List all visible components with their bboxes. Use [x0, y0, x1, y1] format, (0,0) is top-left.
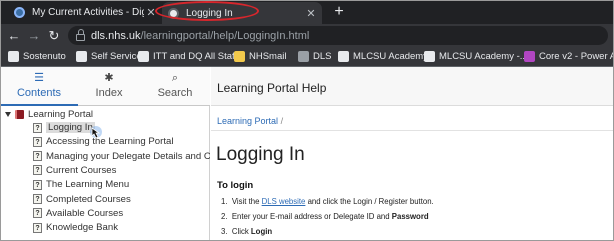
- tab-search-label: Search: [157, 87, 193, 99]
- bookmark-item[interactable]: Sostenuto: [8, 47, 66, 66]
- tab-highlight-annotation: [155, 1, 259, 21]
- bookmark-label: Core v2 - Power Ap...: [539, 51, 614, 62]
- bookmark-item[interactable]: MLCSU Academy -...: [424, 47, 528, 66]
- tab-index[interactable]: ✱ Index: [72, 67, 146, 106]
- bookmark-label: NHSmail: [249, 51, 287, 62]
- bookmark-label: Self Service: [91, 51, 142, 62]
- tab-index-label: Index: [95, 87, 123, 99]
- mouse-cursor-icon: [90, 126, 102, 139]
- mlcsu-icon: [424, 51, 435, 62]
- sostenuto-icon: [8, 51, 19, 62]
- bookmark-label: Sostenuto: [23, 51, 66, 62]
- tree-node-learning-portal[interactable]: Learning Portal: [5, 108, 93, 120]
- lock-icon: [76, 29, 85, 41]
- dls-favicon-icon: [14, 6, 25, 18]
- help-topic-icon: ?: [33, 136, 42, 147]
- tree-item[interactable]: ? The Learning Menu: [33, 178, 210, 191]
- tree-item-label: Available Courses: [46, 207, 124, 219]
- breadcrumb-separator: /: [280, 116, 284, 126]
- powerapps-icon: [524, 51, 535, 62]
- help-topic-icon: ?: [33, 179, 42, 190]
- close-tab-icon[interactable]: ✕: [304, 7, 318, 20]
- tree-item[interactable]: ? Accessing the Learning Portal: [33, 135, 210, 148]
- tree-item[interactable]: ? Managing your Delegate Details and Chan…: [33, 150, 210, 163]
- tree-item[interactable]: ? Logging In: [33, 121, 210, 134]
- bookmark-item[interactable]: Core v2 - Power Ap...: [524, 47, 614, 66]
- tree-item-label: Completed Courses: [46, 193, 131, 205]
- help-topic-icon: ?: [33, 151, 42, 162]
- tree-item-label: Current Courses: [46, 164, 117, 176]
- step-3: 3. Click Login: [221, 227, 273, 236]
- bookmarks-bar: Sostenuto Self Service ITT and DQ All Staf…: [0, 47, 614, 67]
- bookmark-label: MLCSU Academy: [353, 51, 428, 62]
- back-arrow-icon[interactable]: ←: [6, 24, 22, 47]
- bookmark-label: DLS: [313, 51, 332, 62]
- step-1: 1. Visit the DLS website and click the L…: [221, 197, 434, 206]
- tree-item-label: The Learning Menu: [46, 179, 130, 191]
- help-topic-icon: ?: [33, 122, 42, 133]
- bookmark-label: ITT and DQ All Staff...: [153, 51, 246, 62]
- url-text: dls.nhs.uk/learningportal/help/LoggingIn…: [91, 29, 310, 42]
- help-sidebar: ☰ Contents ✱ Index ⌕ Search Learning Por…: [0, 67, 210, 241]
- page-title: Logging In: [216, 144, 305, 165]
- help-main: Learning Portal Help Learning Portal / L…: [211, 67, 614, 241]
- tree-item[interactable]: ? Knowledge Bank: [33, 221, 210, 234]
- search-icon: ⌕: [171, 72, 179, 84]
- tree-item[interactable]: ? Completed Courses: [33, 193, 210, 206]
- nhsmail-icon: [234, 51, 245, 62]
- breadcrumb: Learning Portal /: [217, 116, 283, 126]
- bookmark-label: MLCSU Academy -...: [439, 51, 528, 62]
- contents-icon: ☰: [34, 72, 44, 84]
- step-2: 2. Enter your E-mail address or Delegate…: [221, 212, 429, 221]
- tab-search[interactable]: ⌕ Search: [140, 67, 210, 106]
- book-icon: [15, 109, 24, 119]
- tree-item[interactable]: ? Current Courses: [33, 164, 210, 177]
- tree-node-label: Learning Portal: [28, 108, 94, 120]
- browser-tab-my-activities[interactable]: My Current Activities - Digital Le ✕: [8, 0, 162, 24]
- address-bar[interactable]: dls.nhs.uk/learningportal/help/LoggingIn…: [68, 26, 608, 45]
- browser-tab-strip: My Current Activities - Digital Le ✕ Log…: [0, 0, 614, 24]
- new-tab-button[interactable]: +: [330, 2, 348, 22]
- divider: [211, 130, 614, 131]
- section-heading: To login: [217, 180, 254, 191]
- mlcsu-icon: [338, 51, 349, 62]
- bookmark-item[interactable]: DLS: [298, 47, 331, 66]
- dls-icon: [298, 51, 309, 62]
- expand-caret-icon[interactable]: [5, 111, 11, 117]
- breadcrumb-link[interactable]: Learning Portal: [217, 116, 278, 126]
- self-service-icon: [76, 51, 87, 62]
- portal-header: Learning Portal Help: [211, 67, 614, 106]
- browser-toolbar: ← → ↻ dls.nhs.uk/learningportal/help/Log…: [0, 24, 614, 47]
- itt-icon: [138, 51, 149, 62]
- help-topic-icon: ?: [33, 165, 42, 176]
- dls-website-link[interactable]: DLS website: [262, 197, 306, 206]
- sidebar-tabs: ☰ Contents ✱ Index ⌕ Search: [0, 67, 210, 106]
- bookmark-item[interactable]: Self Service: [76, 47, 142, 66]
- bookmark-item[interactable]: NHSmail: [234, 47, 286, 66]
- index-icon: ✱: [104, 72, 114, 84]
- reload-icon[interactable]: ↻: [46, 24, 62, 47]
- bookmark-item[interactable]: ITT and DQ All Staff...: [138, 47, 245, 66]
- help-topic-icon: ?: [33, 222, 42, 233]
- tree-item-label: Managing your Delegate Details and Chang…: [46, 150, 210, 162]
- tab-contents-label: Contents: [16, 87, 62, 99]
- help-topic-icon: ?: [33, 208, 42, 219]
- bookmark-item[interactable]: MLCSU Academy: [338, 47, 428, 66]
- help-topic-icon: ?: [33, 194, 42, 204]
- tree-item-label: Knowledge Bank: [46, 222, 119, 234]
- tree-item[interactable]: ? Available Courses: [33, 207, 210, 220]
- tab-contents[interactable]: ☰ Contents: [0, 67, 78, 106]
- forward-arrow-icon[interactable]: →: [26, 24, 42, 47]
- tab-title: My Current Activities - Digital Le: [32, 6, 144, 18]
- login-steps: 1. Visit the DLS website and click the L…: [221, 194, 434, 239]
